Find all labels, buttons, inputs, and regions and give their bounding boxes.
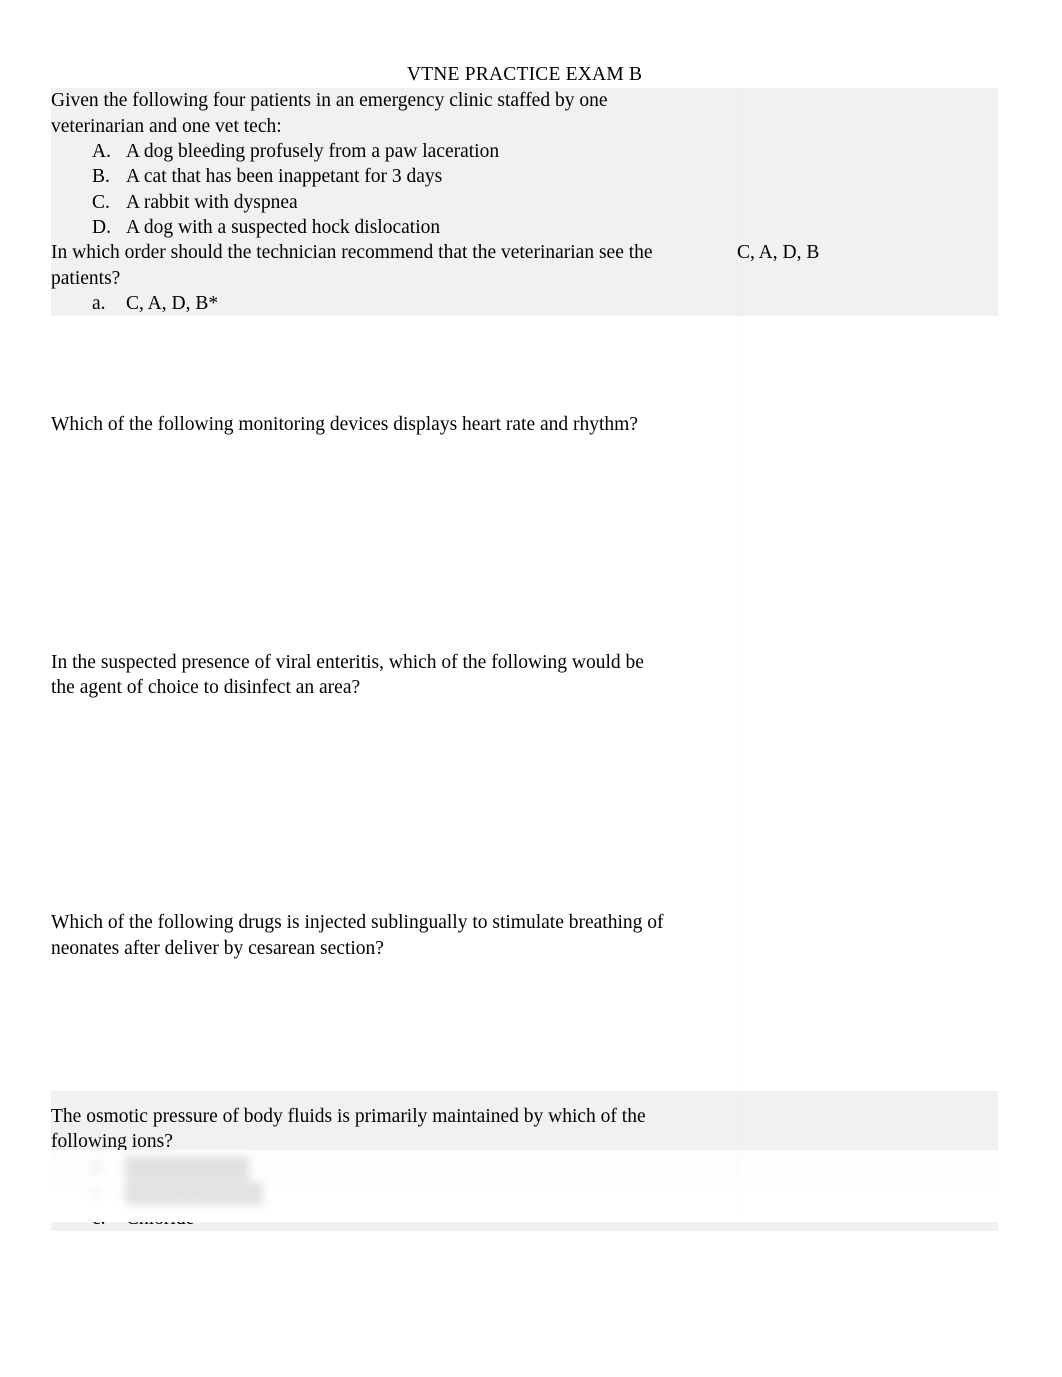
question-cell-4: Which of the following drugs is injected… xyxy=(51,910,737,1092)
list-item: D. A dog with a suspected hock dislocati… xyxy=(51,215,737,240)
column-divider xyxy=(737,88,738,316)
list-item: e. ██████████ xyxy=(91,1181,263,1206)
list-marker: e. xyxy=(91,1183,105,1205)
list-marker: A. xyxy=(92,141,111,162)
question-stem-line: Which of the following monitoring device… xyxy=(51,414,639,436)
list-marker: D. xyxy=(92,217,111,239)
list-item-label: ██████████ xyxy=(125,1183,264,1205)
column-divider xyxy=(737,650,738,911)
answer-value: C, A, D, B xyxy=(737,242,820,264)
question-stem-line: veterinarian and one vet tech: xyxy=(51,115,282,137)
question-stem-line: Which of the following drugs is injected… xyxy=(51,912,664,934)
table-header-row: VTNE PRACTICE EXAM B xyxy=(51,62,999,89)
list-item: B. A cat that has been inappetant for 3 … xyxy=(51,164,737,189)
list-item-label: C, A, D, B* xyxy=(126,293,219,315)
blurred-text-remnant: d. █████████ e. ██████████ xyxy=(51,1150,998,1222)
question-cell-1: Given the following four patients in an … xyxy=(51,88,737,317)
document-page: VTNE PRACTICE EXAM B Given the following… xyxy=(0,0,1062,1377)
answer-cell-1: C, A, D, B xyxy=(737,88,999,317)
patient-list: A. A dog bleeding profusely from a paw l… xyxy=(51,139,737,240)
table-row: Given the following four patients in an … xyxy=(51,88,999,317)
question-stem-line: patients? xyxy=(51,267,121,289)
column-divider xyxy=(737,316,738,649)
question-stem-line: The osmotic pressure of body fluids is p… xyxy=(51,1106,646,1128)
list-marker: B. xyxy=(92,166,110,188)
list-item-label: A dog with a suspected hock dislocation xyxy=(126,217,441,239)
table-row: Which of the following drugs is injected… xyxy=(51,910,999,1092)
column-divider xyxy=(737,910,738,1091)
list-item: d. █████████ xyxy=(91,1156,263,1181)
question-stem-line: In the suspected presence of viral enter… xyxy=(51,651,644,673)
question-stem-line: neonates after deliver by cesarean secti… xyxy=(51,937,384,959)
list-marker: a. xyxy=(92,293,106,315)
list-item: C. A rabbit with dyspnea xyxy=(51,190,737,215)
answer-option-list: a. C, A, D, B* xyxy=(51,291,737,316)
list-item: A. A dog bleeding profusely from a paw l… xyxy=(51,139,737,164)
question-stem-line: In which order should the technician rec… xyxy=(51,242,653,264)
exam-title: VTNE PRACTICE EXAM B xyxy=(51,62,999,89)
list-item-label: A cat that has been inappetant for 3 day… xyxy=(126,166,443,188)
question-stem-line: Given the following four patients in an … xyxy=(51,90,608,112)
table-row: Which of the following monitoring device… xyxy=(51,316,999,650)
list-item-label: A rabbit with dyspnea xyxy=(126,191,298,213)
table-row: In the suspected presence of viral enter… xyxy=(51,649,999,911)
list-item-label: █████████ xyxy=(125,1158,250,1179)
answer-cell-3 xyxy=(737,649,999,911)
list-item: a. C, A, D, B* xyxy=(51,291,737,316)
exam-table: VTNE PRACTICE EXAM B Given the following… xyxy=(51,62,999,1231)
list-marker: d. xyxy=(91,1158,106,1179)
list-item-label: A dog bleeding profusely from a paw lace… xyxy=(126,141,500,162)
blurred-option-lines: d. █████████ e. ██████████ xyxy=(91,1156,263,1207)
question-stem-line: the agent of choice to disinfect an area… xyxy=(51,677,361,699)
question-cell-3: In the suspected presence of viral enter… xyxy=(51,649,737,911)
column-divider xyxy=(737,1150,738,1222)
question-cell-2: Which of the following monitoring device… xyxy=(51,316,737,650)
list-marker: C. xyxy=(92,191,110,213)
answer-cell-2 xyxy=(737,316,999,650)
answer-cell-4 xyxy=(737,910,999,1092)
